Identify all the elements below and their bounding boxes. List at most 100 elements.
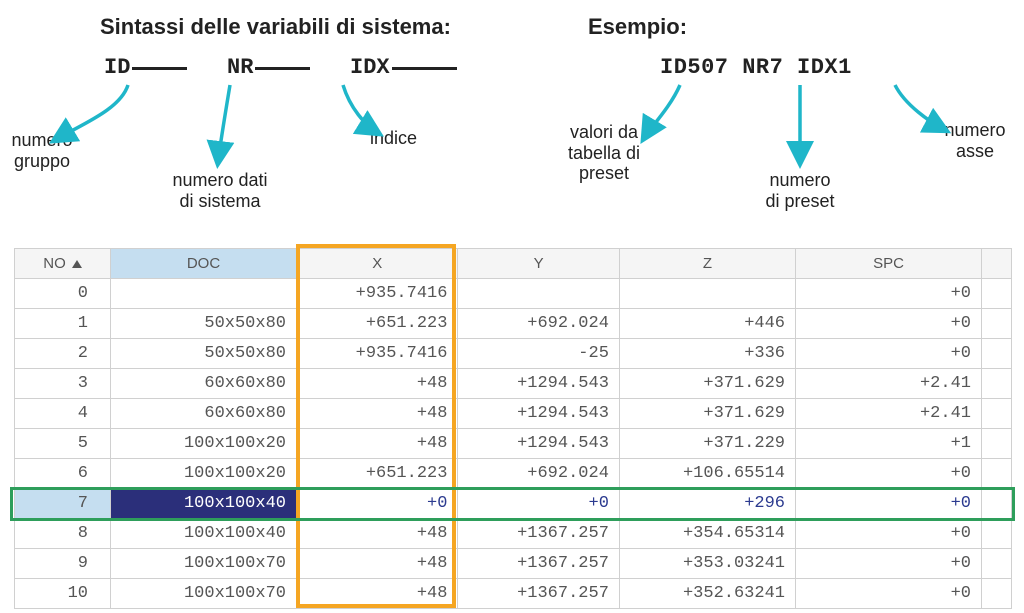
cell-spc[interactable]: +0 [796, 309, 982, 339]
table-row[interactable]: 460x60x80+48+1294.543+371.629+2.41 [15, 399, 1012, 429]
cell-y[interactable]: +1294.543 [458, 429, 619, 459]
cell-no[interactable]: 3 [15, 369, 111, 399]
cell-z[interactable]: +352.63241 [619, 579, 795, 609]
cell-doc[interactable]: 60x60x80 [111, 369, 297, 399]
cell-y[interactable]: +1294.543 [458, 369, 619, 399]
cell-doc[interactable]: 100x100x40 [111, 519, 297, 549]
header-y[interactable]: Y [458, 249, 619, 279]
cell-x[interactable]: +935.7416 [297, 279, 458, 309]
cell-spc[interactable]: +2.41 [796, 369, 982, 399]
cell-empty[interactable] [982, 519, 1012, 549]
cell-doc[interactable]: 100x100x70 [111, 579, 297, 609]
table-row[interactable]: 8100x100x40+48+1367.257+354.65314+0 [15, 519, 1012, 549]
cell-y[interactable]: +692.024 [458, 309, 619, 339]
table-row[interactable]: 5100x100x20+48+1294.543+371.229+1 [15, 429, 1012, 459]
table-row[interactable]: 7100x100x40+0+0+296+0 [15, 489, 1012, 519]
cell-x[interactable]: +48 [297, 369, 458, 399]
cell-doc[interactable]: 50x50x80 [111, 309, 297, 339]
cell-empty[interactable] [982, 309, 1012, 339]
cell-z[interactable] [619, 279, 795, 309]
cell-x[interactable]: +48 [297, 579, 458, 609]
syntax-title: Sintassi delle variabili di sistema: [100, 14, 451, 40]
cell-z[interactable]: +336 [619, 339, 795, 369]
cell-spc[interactable]: +0 [796, 279, 982, 309]
cell-y[interactable]: +1367.257 [458, 549, 619, 579]
cell-y[interactable]: +1294.543 [458, 399, 619, 429]
cell-doc[interactable]: 100x100x70 [111, 549, 297, 579]
table-row[interactable]: 360x60x80+48+1294.543+371.629+2.41 [15, 369, 1012, 399]
cell-z[interactable]: +296 [619, 489, 795, 519]
cell-empty[interactable] [982, 549, 1012, 579]
cell-spc[interactable]: +2.41 [796, 399, 982, 429]
cell-z[interactable]: +446 [619, 309, 795, 339]
cell-y[interactable] [458, 279, 619, 309]
cell-x[interactable]: +651.223 [297, 459, 458, 489]
cell-spc[interactable]: +0 [796, 339, 982, 369]
header-z[interactable]: Z [619, 249, 795, 279]
cell-doc[interactable]: 100x100x20 [111, 429, 297, 459]
cell-doc[interactable] [111, 279, 297, 309]
cell-y[interactable]: +0 [458, 489, 619, 519]
cell-no[interactable]: 1 [15, 309, 111, 339]
header-spc[interactable]: SPC [796, 249, 982, 279]
cell-spc[interactable]: +0 [796, 579, 982, 609]
cell-y[interactable]: +1367.257 [458, 579, 619, 609]
annotation-index: indice [370, 128, 417, 149]
cell-no[interactable]: 4 [15, 399, 111, 429]
cell-x[interactable]: +651.223 [297, 309, 458, 339]
cell-x[interactable]: +48 [297, 519, 458, 549]
cell-doc[interactable]: 50x50x80 [111, 339, 297, 369]
cell-no[interactable]: 0 [15, 279, 111, 309]
cell-x[interactable]: +48 [297, 399, 458, 429]
cell-no[interactable]: 8 [15, 519, 111, 549]
table-row[interactable]: 150x50x80+651.223+692.024+446+0 [15, 309, 1012, 339]
cell-empty[interactable] [982, 339, 1012, 369]
cell-z[interactable]: +354.65314 [619, 519, 795, 549]
cell-no[interactable]: 2 [15, 339, 111, 369]
cell-z[interactable]: +371.629 [619, 399, 795, 429]
cell-y[interactable]: -25 [458, 339, 619, 369]
cell-spc[interactable]: +0 [796, 459, 982, 489]
table-row[interactable]: 10100x100x70+48+1367.257+352.63241+0 [15, 579, 1012, 609]
cell-z[interactable]: +353.03241 [619, 549, 795, 579]
cell-no[interactable]: 9 [15, 549, 111, 579]
cell-no[interactable]: 7 [15, 489, 111, 519]
table-row[interactable]: 6100x100x20+651.223+692.024+106.65514+0 [15, 459, 1012, 489]
cell-empty[interactable] [982, 279, 1012, 309]
cell-y[interactable]: +1367.257 [458, 519, 619, 549]
cell-empty[interactable] [982, 429, 1012, 459]
example-vars: ID507 NR7 IDX1 [660, 55, 852, 80]
header-doc[interactable]: DOC [111, 249, 297, 279]
cell-x[interactable]: +0 [297, 489, 458, 519]
cell-doc[interactable]: 100x100x40 [111, 489, 297, 519]
cell-z[interactable]: +371.629 [619, 369, 795, 399]
cell-doc[interactable]: 60x60x80 [111, 399, 297, 429]
cell-y[interactable]: +692.024 [458, 459, 619, 489]
syntax-id-label: ID [104, 55, 130, 80]
cell-x[interactable]: +48 [297, 429, 458, 459]
header-no[interactable]: NO [15, 249, 111, 279]
table-row[interactable]: 0 +935.7416 +0 [15, 279, 1012, 309]
header-x[interactable]: X [297, 249, 458, 279]
cell-empty[interactable] [982, 459, 1012, 489]
cell-empty[interactable] [982, 489, 1012, 519]
cell-no[interactable]: 10 [15, 579, 111, 609]
annotation-preset-values: valori databella dipreset [554, 122, 654, 184]
cell-z[interactable]: +371.229 [619, 429, 795, 459]
cell-x[interactable]: +48 [297, 549, 458, 579]
cell-x[interactable]: +935.7416 [297, 339, 458, 369]
cell-empty[interactable] [982, 579, 1012, 609]
table-row[interactable]: 9100x100x70+48+1367.257+353.03241+0 [15, 549, 1012, 579]
cell-no[interactable]: 5 [15, 429, 111, 459]
table-row[interactable]: 250x50x80+935.7416-25+336+0 [15, 339, 1012, 369]
cell-spc[interactable]: +0 [796, 489, 982, 519]
cell-spc[interactable]: +0 [796, 519, 982, 549]
cell-empty[interactable] [982, 369, 1012, 399]
cell-z[interactable]: +106.65514 [619, 459, 795, 489]
cell-spc[interactable]: +0 [796, 549, 982, 579]
cell-spc[interactable]: +1 [796, 429, 982, 459]
cell-no[interactable]: 6 [15, 459, 111, 489]
sort-asc-icon [72, 260, 82, 268]
cell-empty[interactable] [982, 399, 1012, 429]
cell-doc[interactable]: 100x100x20 [111, 459, 297, 489]
